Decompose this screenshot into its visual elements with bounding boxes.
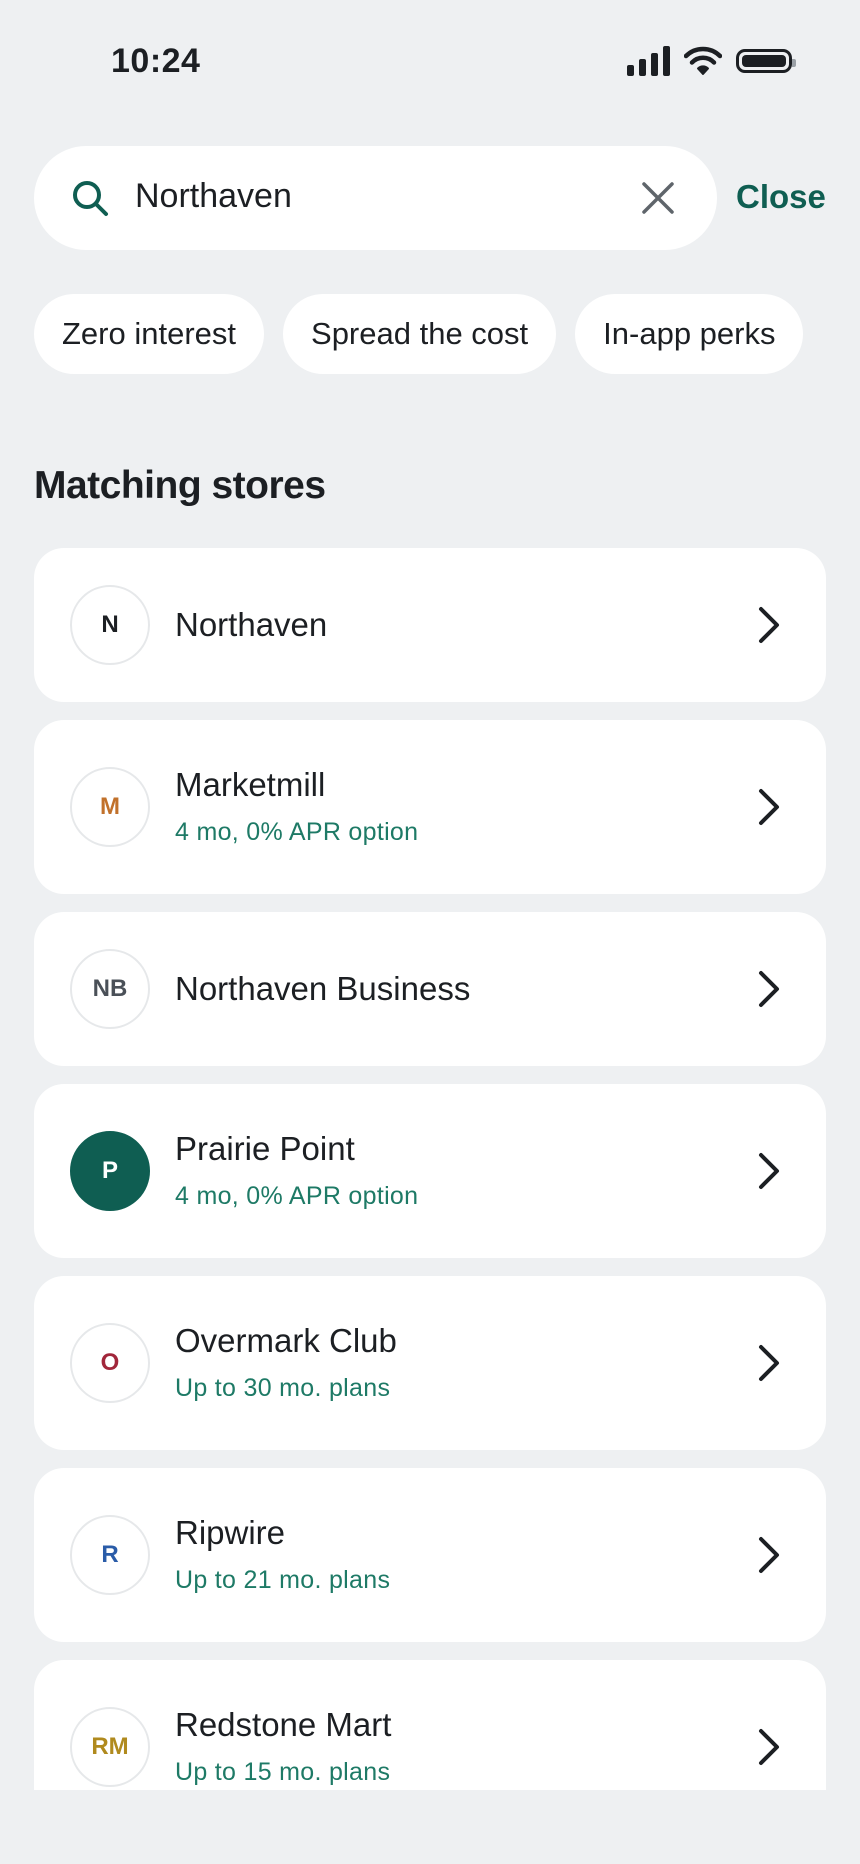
chevron-right-icon: [759, 607, 779, 643]
avatar: P: [70, 1131, 150, 1211]
store-name: Ripwire: [175, 1514, 286, 1551]
store-row[interactable]: R Ripwire Up to 21 mo. plans: [34, 1468, 826, 1642]
store-row[interactable]: RM Redstone Mart Up to 15 mo. plans: [34, 1660, 826, 1790]
search-query[interactable]: Northaven: [135, 177, 292, 216]
chip-zero-interest[interactable]: Zero interest: [34, 294, 265, 374]
store-name: Overmark Club: [175, 1322, 397, 1359]
search-icon: [73, 181, 108, 216]
store-name: Northaven Business: [175, 970, 471, 1007]
chevron-right-icon: [759, 789, 779, 825]
store-offer: Up to 15 mo. plans: [175, 1758, 391, 1786]
chevron-right-icon: [759, 1729, 779, 1765]
clear-icon[interactable]: [639, 179, 677, 217]
close-button[interactable]: Close: [736, 178, 826, 216]
status-icons: [627, 46, 796, 76]
store-name: Marketmill: [175, 766, 326, 803]
store-row[interactable]: N Northaven: [34, 548, 826, 702]
avatar: O: [70, 1323, 150, 1403]
chevron-right-icon: [759, 1537, 779, 1573]
avatar: M: [70, 767, 150, 847]
store-offer: 4 mo, 0% APR option: [175, 1182, 419, 1210]
store-name: Northaven: [175, 606, 328, 643]
chevron-right-icon: [759, 1345, 779, 1381]
store-offer: Up to 30 mo. plans: [175, 1374, 391, 1402]
status-time: 10:24: [111, 42, 201, 80]
store-row[interactable]: P Prairie Point 4 mo, 0% APR option: [34, 1084, 826, 1258]
store-row[interactable]: NB Northaven Business: [34, 912, 826, 1066]
store-name: Redstone Mart: [175, 1706, 392, 1743]
filter-chips: Zero interest Spread the cost In-app per…: [34, 294, 804, 374]
avatar: R: [70, 1515, 150, 1595]
section-title: Matching stores: [34, 464, 326, 507]
chip-in-app-perks[interactable]: In-app perks: [575, 294, 804, 374]
avatar: RM: [70, 1707, 150, 1787]
avatar: NB: [70, 949, 150, 1029]
wifi-icon: [684, 46, 722, 75]
store-offer: Up to 21 mo. plans: [175, 1566, 391, 1594]
store-row[interactable]: O Overmark Club Up to 30 mo. plans: [34, 1276, 826, 1450]
battery-icon: [736, 49, 796, 73]
chevron-right-icon: [759, 1153, 779, 1189]
store-name: Prairie Point: [175, 1130, 355, 1167]
chevron-right-icon: [759, 971, 779, 1007]
signal-icon: [627, 46, 670, 76]
store-row[interactable]: M Marketmill 4 mo, 0% APR option: [34, 720, 826, 894]
search-input[interactable]: Northaven: [34, 146, 717, 250]
chip-spread-the-cost[interactable]: Spread the cost: [283, 294, 557, 374]
store-list: N Northaven M Marketmill 4 mo, 0% APR op…: [0, 548, 860, 1790]
avatar: N: [70, 585, 150, 665]
store-offer: 4 mo, 0% APR option: [175, 818, 419, 846]
status-bar: 10:24: [0, 0, 860, 130]
